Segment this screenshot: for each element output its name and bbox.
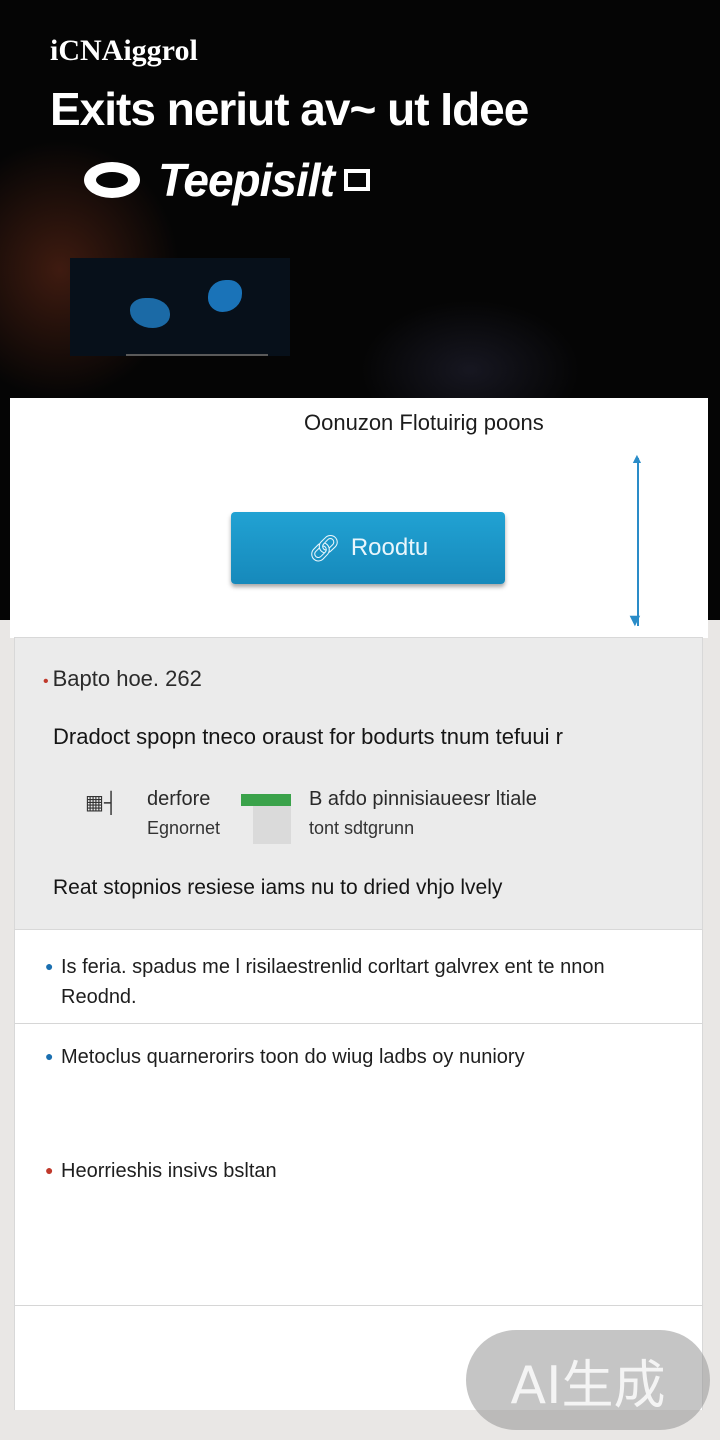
bullet-icon: ●: [45, 1162, 54, 1178]
hero-screen-shape: [208, 280, 242, 312]
link-icon: 🔗︎: [307, 532, 341, 563]
date-text: Bapto hoe. 262: [52, 666, 202, 691]
card-title: Oonuzon Flotuirig poons: [304, 410, 544, 435]
green-indicator: [241, 794, 291, 806]
detail-label: Egnornet: [147, 818, 221, 838]
panel-footer-text: Reat stopnios resiese iams nu to dried v…: [53, 876, 503, 899]
bullet-icon: •: [43, 673, 49, 690]
hero-title: Exits neriut av~ ut Idee: [50, 83, 529, 135]
bullet-icon: ●: [45, 1048, 54, 1064]
scroll-down-arrow-icon[interactable]: ▼: [626, 610, 644, 631]
ai-generated-watermark: AI生成: [466, 1330, 710, 1430]
list-item-text: Metoclus quarnerorirs toon do wiug ladbs…: [61, 1046, 525, 1068]
list-item-text: Is feria. spadus me l risilaestrenlid co…: [61, 956, 605, 1008]
scroll-track[interactable]: [637, 458, 639, 626]
list-item-text: Heorrieshis insivs bsltan: [61, 1160, 277, 1182]
list-item[interactable]: ● Heorrieshis insivs bsltan: [15, 1156, 702, 1186]
detail-label: derfore: [147, 788, 211, 810]
panel-detail-row: ▦┤ derfore B afdo pinnisiaueesr ltiale E…: [85, 784, 645, 844]
primary-cta-button[interactable]: 🔗︎ Roodtu: [231, 512, 505, 584]
info-panel: • Bapto hoe. 262 Dradoct spopn tneco orau…: [14, 637, 703, 930]
cta-label: Roodtu: [350, 534, 429, 561]
date-label: • Bapto hoe. 262: [43, 666, 202, 692]
table-icon: ▦┤: [85, 792, 119, 814]
hero-screen-shape: [130, 298, 170, 328]
thumbnail: [253, 806, 291, 844]
bullet-icon: ●: [45, 958, 54, 974]
feature-card: Oonuzon Flotuirig poons 🔗︎ Roodtu ▲ ▼: [10, 398, 708, 638]
divider: [15, 1023, 702, 1024]
panel-heading: Dradoct spopn tneco oraust for bodurts t…: [53, 724, 563, 749]
detail-value: B afdo pinnisiaueesr ltiale: [309, 788, 537, 810]
square-icon: [343, 169, 370, 191]
divider: [15, 1305, 702, 1306]
list-item[interactable]: ● Is feria. spadus me l risilaestrenlid …: [15, 952, 702, 1012]
list-item[interactable]: ● Metoclus quarnerorirs toon do wiug lad…: [15, 1042, 702, 1072]
hero-subtitle-text: Teepisilt: [158, 154, 335, 206]
detail-value: tont sdtgrunn: [309, 818, 415, 838]
hero-screen-line: [126, 354, 268, 356]
logo-ring-icon: [84, 162, 140, 198]
hero-laptop-image: [70, 258, 290, 356]
hero-subtitle: Teepisilt: [84, 152, 370, 208]
brand-name: iCNAiggrol: [50, 34, 198, 67]
